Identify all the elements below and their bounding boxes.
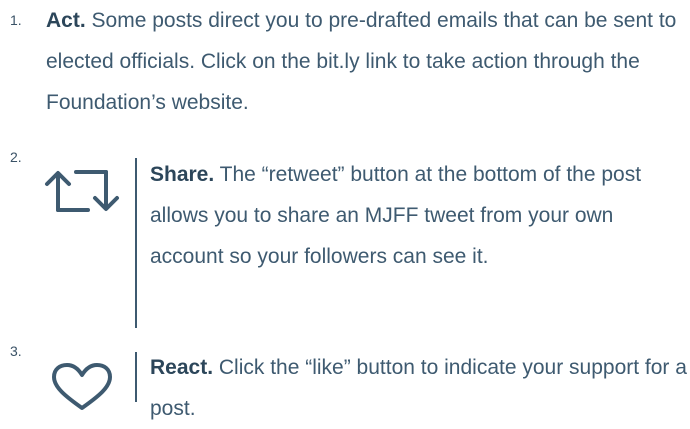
retweet-icon — [44, 168, 120, 219]
list-number-2: 2. — [10, 149, 22, 165]
item-heading-share: Share. — [150, 163, 215, 186]
list-number-1: 1. — [10, 12, 22, 28]
list-item-react: React. Click the “like” button to indica… — [150, 347, 690, 429]
item-text-react: Click the “like” button to indicate your… — [150, 356, 687, 420]
item-text-act: Some posts direct you to pre-drafted ema… — [46, 9, 677, 114]
list-number-3: 3. — [10, 343, 22, 359]
list-item-act: Act. Some posts direct you to pre-drafte… — [46, 0, 686, 123]
item-heading-react: React. — [150, 356, 214, 379]
divider-share — [135, 158, 137, 328]
divider-react — [135, 352, 137, 402]
item-heading-act: Act. — [46, 9, 86, 32]
heart-icon — [51, 362, 113, 417]
list-item-share: Share. The “retweet” button at the botto… — [150, 154, 690, 277]
item-text-share: The “retweet” button at the bottom of th… — [150, 163, 642, 268]
